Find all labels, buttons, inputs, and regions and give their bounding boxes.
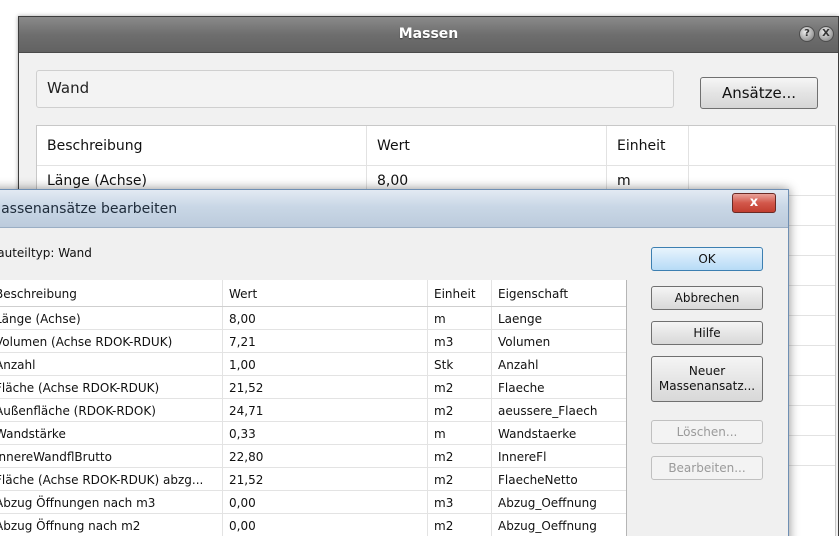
element-name-field[interactable]: Wand bbox=[36, 70, 674, 108]
ok-button[interactable]: OK bbox=[651, 247, 763, 271]
table-cell: m bbox=[428, 422, 492, 444]
table-cell: InnereFl bbox=[498, 450, 547, 464]
table-cell: 0,33 bbox=[223, 422, 428, 444]
table-row[interactable]: Abzug Öffnung nach m2 0,00 m2 Abzug_Oeff… bbox=[0, 514, 626, 536]
table-cell: m3 bbox=[428, 491, 492, 513]
table-cell: Volumen bbox=[498, 335, 551, 349]
neuer-massenansatz-button[interactable]: Neuer Massenansatz... bbox=[651, 356, 763, 402]
table-cell: Fläche (Achse RDOK-RDUK) abzg... bbox=[0, 468, 223, 490]
table-row[interactable]: Wandstärke 0,33 m Wandstaerke bbox=[0, 422, 626, 445]
table-cell: FlaecheNetto bbox=[498, 473, 578, 487]
table-cell: 7,21 bbox=[223, 330, 428, 352]
massen-titlebar[interactable]: Massen ? X bbox=[19, 17, 838, 53]
dialog-title: Massenansätze bearbeiten bbox=[0, 201, 178, 217]
table-row[interactable]: Volumen (Achse RDOK-RDUK) 7,21 m3 Volume… bbox=[0, 330, 626, 353]
bearbeiten-button[interactable]: Bearbeiten... bbox=[651, 456, 763, 480]
column-header[interactable]: Beschreibung bbox=[0, 280, 223, 306]
table-cell: 0,00 bbox=[223, 491, 428, 513]
table-cell: Volumen (Achse RDOK-RDUK) bbox=[0, 330, 223, 352]
table-cell: m bbox=[428, 307, 492, 329]
table-cell: Flaeche bbox=[498, 381, 545, 395]
table-cell: Laenge bbox=[498, 312, 543, 326]
table-cell: Abzug Öffnungen nach m3 bbox=[0, 491, 223, 513]
table-cell: m2 bbox=[428, 445, 492, 467]
table-row[interactable]: Länge (Achse) 8,00 m Laenge bbox=[0, 307, 626, 330]
table-cell: aeussere_Flaech bbox=[498, 404, 598, 418]
table-cell: 24,71 bbox=[223, 399, 428, 421]
massen-title: Massen bbox=[398, 26, 459, 42]
table-cell: m3 bbox=[428, 330, 492, 352]
table-cell: Anzahl bbox=[0, 353, 223, 375]
table-row[interactable]: Abzug Öffnungen nach m3 0,00 m3 Abzug_Oe… bbox=[0, 491, 626, 514]
table-cell: Länge (Achse) bbox=[0, 307, 223, 329]
table-cell: 0,00 bbox=[223, 514, 428, 536]
table-row[interactable]: Außenfläche (RDOK-RDOK) 24,71 m2 aeusser… bbox=[0, 399, 626, 422]
loeschen-button[interactable]: Löschen... bbox=[651, 420, 763, 444]
column-header[interactable]: Wert bbox=[367, 126, 607, 165]
dialog-titlebar[interactable]: Massenansätze bearbeiten x bbox=[0, 190, 788, 228]
column-header[interactable]: Wert bbox=[223, 280, 428, 306]
column-header[interactable]: Einheit bbox=[607, 126, 689, 165]
column-header[interactable]: Eigenschaft bbox=[492, 280, 614, 306]
column-header[interactable] bbox=[689, 126, 835, 165]
table-row[interactable]: Fläche (Achse RDOK-RDUK) abzg... 21,52 m… bbox=[0, 468, 626, 491]
close-icon[interactable]: X bbox=[818, 26, 834, 42]
column-header[interactable]: Beschreibung bbox=[37, 126, 367, 165]
dialog-close-button[interactable]: x bbox=[732, 193, 776, 213]
table-cell: Fläche (Achse RDOK-RDUK) bbox=[0, 376, 223, 398]
table-cell: Abzug Öffnung nach m2 bbox=[0, 514, 223, 536]
neuer-button-line2: Massenansatz... bbox=[658, 379, 756, 393]
ansaetze-button[interactable]: Ansätze... bbox=[700, 77, 818, 109]
massenansaetze-table: Beschreibung Wert Einheit Eigenschaft Lä… bbox=[0, 280, 627, 536]
bauteiltyp-label: Bauteiltyp: Wand bbox=[0, 246, 92, 260]
table-cell: InnereWandflBrutto bbox=[0, 445, 223, 467]
table-row[interactable]: Anzahl 1,00 Stk Anzahl bbox=[0, 353, 626, 376]
table-cell: m2 bbox=[428, 376, 492, 398]
table-cell: 22,80 bbox=[223, 445, 428, 467]
table-cell: Abzug_Oeffnung bbox=[498, 519, 597, 533]
table-cell: Außenfläche (RDOK-RDOK) bbox=[0, 399, 223, 421]
column-header[interactable]: Einheit bbox=[428, 280, 492, 306]
table-cell: Abzug_Oeffnung bbox=[498, 496, 597, 510]
table-row[interactable]: InnereWandflBrutto 22,80 m2 InnereFl bbox=[0, 445, 626, 468]
table-cell: Stk bbox=[428, 353, 492, 375]
table-cell: m2 bbox=[428, 514, 492, 536]
abbrechen-button[interactable]: Abbrechen bbox=[651, 286, 763, 310]
table-cell: 8,00 bbox=[223, 307, 428, 329]
table-header: Beschreibung Wert Einheit bbox=[37, 126, 835, 166]
table-cell: m2 bbox=[428, 399, 492, 421]
table-cell: Wandstärke bbox=[0, 422, 223, 444]
table-cell: m2 bbox=[428, 468, 492, 490]
help-icon[interactable]: ? bbox=[799, 26, 815, 42]
table-row[interactable]: Fläche (Achse RDOK-RDUK) 21,52 m2 Flaech… bbox=[0, 376, 626, 399]
table-cell: Wandstaerke bbox=[498, 427, 577, 441]
hilfe-button[interactable]: Hilfe bbox=[651, 321, 763, 345]
neuer-button-line1: Neuer bbox=[688, 364, 726, 378]
table-cell: 21,52 bbox=[223, 468, 428, 490]
table-cell: 1,00 bbox=[223, 353, 428, 375]
table-cell: 21,52 bbox=[223, 376, 428, 398]
table-header: Beschreibung Wert Einheit Eigenschaft bbox=[0, 280, 626, 307]
massenansaetze-dialog: Massenansätze bearbeiten x Bauteiltyp: W… bbox=[0, 189, 789, 536]
table-cell: Anzahl bbox=[498, 358, 539, 372]
